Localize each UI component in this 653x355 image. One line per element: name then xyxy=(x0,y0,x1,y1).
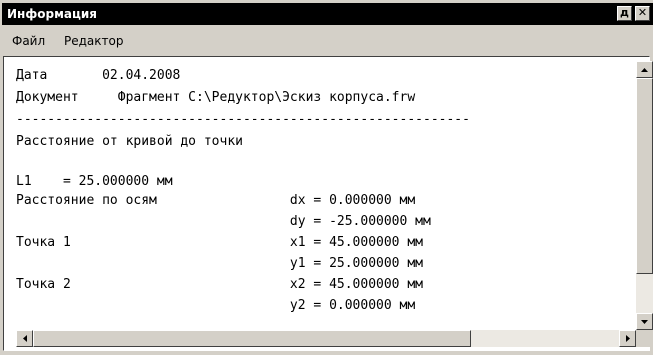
title-bar[interactable]: Информация д ✕ xyxy=(2,3,653,25)
line-y1: y1 = 25.000000 мм xyxy=(16,256,423,271)
menu-bar: Файл Редактор xyxy=(2,27,653,55)
scroll-up-button[interactable] xyxy=(636,61,653,78)
line-axis-dx: Расстояние по осям dx = 0.000000 мм xyxy=(16,193,416,208)
arrow-down-icon xyxy=(641,320,648,324)
information-window: Информация д ✕ Файл Редактор Дата 02.04.… xyxy=(0,0,653,355)
arrow-left-icon xyxy=(23,335,27,342)
line-date: Дата 02.04.2008 xyxy=(16,68,181,83)
line-l1: L1 = 25.000000 мм xyxy=(16,174,173,189)
pin-button[interactable]: д xyxy=(617,6,632,21)
line-heading: Расстояние от кривой до точки xyxy=(16,134,243,149)
info-text: Дата 02.04.2008 Документ Фрагмент C:\Ред… xyxy=(16,66,470,313)
line-point1-x1: Точка 1 x1 = 45.000000 мм xyxy=(16,235,423,250)
window-title: Информация xyxy=(7,7,97,21)
menu-editor[interactable]: Редактор xyxy=(64,33,123,49)
scroll-left-button[interactable] xyxy=(16,330,33,347)
menu-file[interactable]: Файл xyxy=(12,33,45,49)
horizontal-scrollbar[interactable] xyxy=(16,330,636,347)
line-document: Документ Фрагмент C:\Редуктор\Эскиз корп… xyxy=(16,90,416,105)
line-separator: ----------------------------------------… xyxy=(16,112,470,127)
arrow-right-icon xyxy=(626,335,630,342)
line-dy: dy = -25.000000 мм xyxy=(16,214,431,229)
scroll-right-button[interactable] xyxy=(619,330,636,347)
close-icon: ✕ xyxy=(637,6,648,19)
arrow-up-icon xyxy=(641,68,648,72)
line-y2: y2 = 0.000000 мм xyxy=(16,298,416,313)
pin-icon: д xyxy=(620,6,629,19)
vertical-scroll-thumb[interactable] xyxy=(636,78,653,274)
scroll-corner xyxy=(636,330,653,347)
close-button[interactable]: ✕ xyxy=(635,6,650,21)
line-point2-x2: Точка 2 x2 = 45.000000 мм xyxy=(16,277,423,292)
vertical-scrollbar[interactable] xyxy=(636,61,653,330)
scroll-down-button[interactable] xyxy=(636,313,653,330)
horizontal-scroll-thumb[interactable] xyxy=(33,330,471,347)
